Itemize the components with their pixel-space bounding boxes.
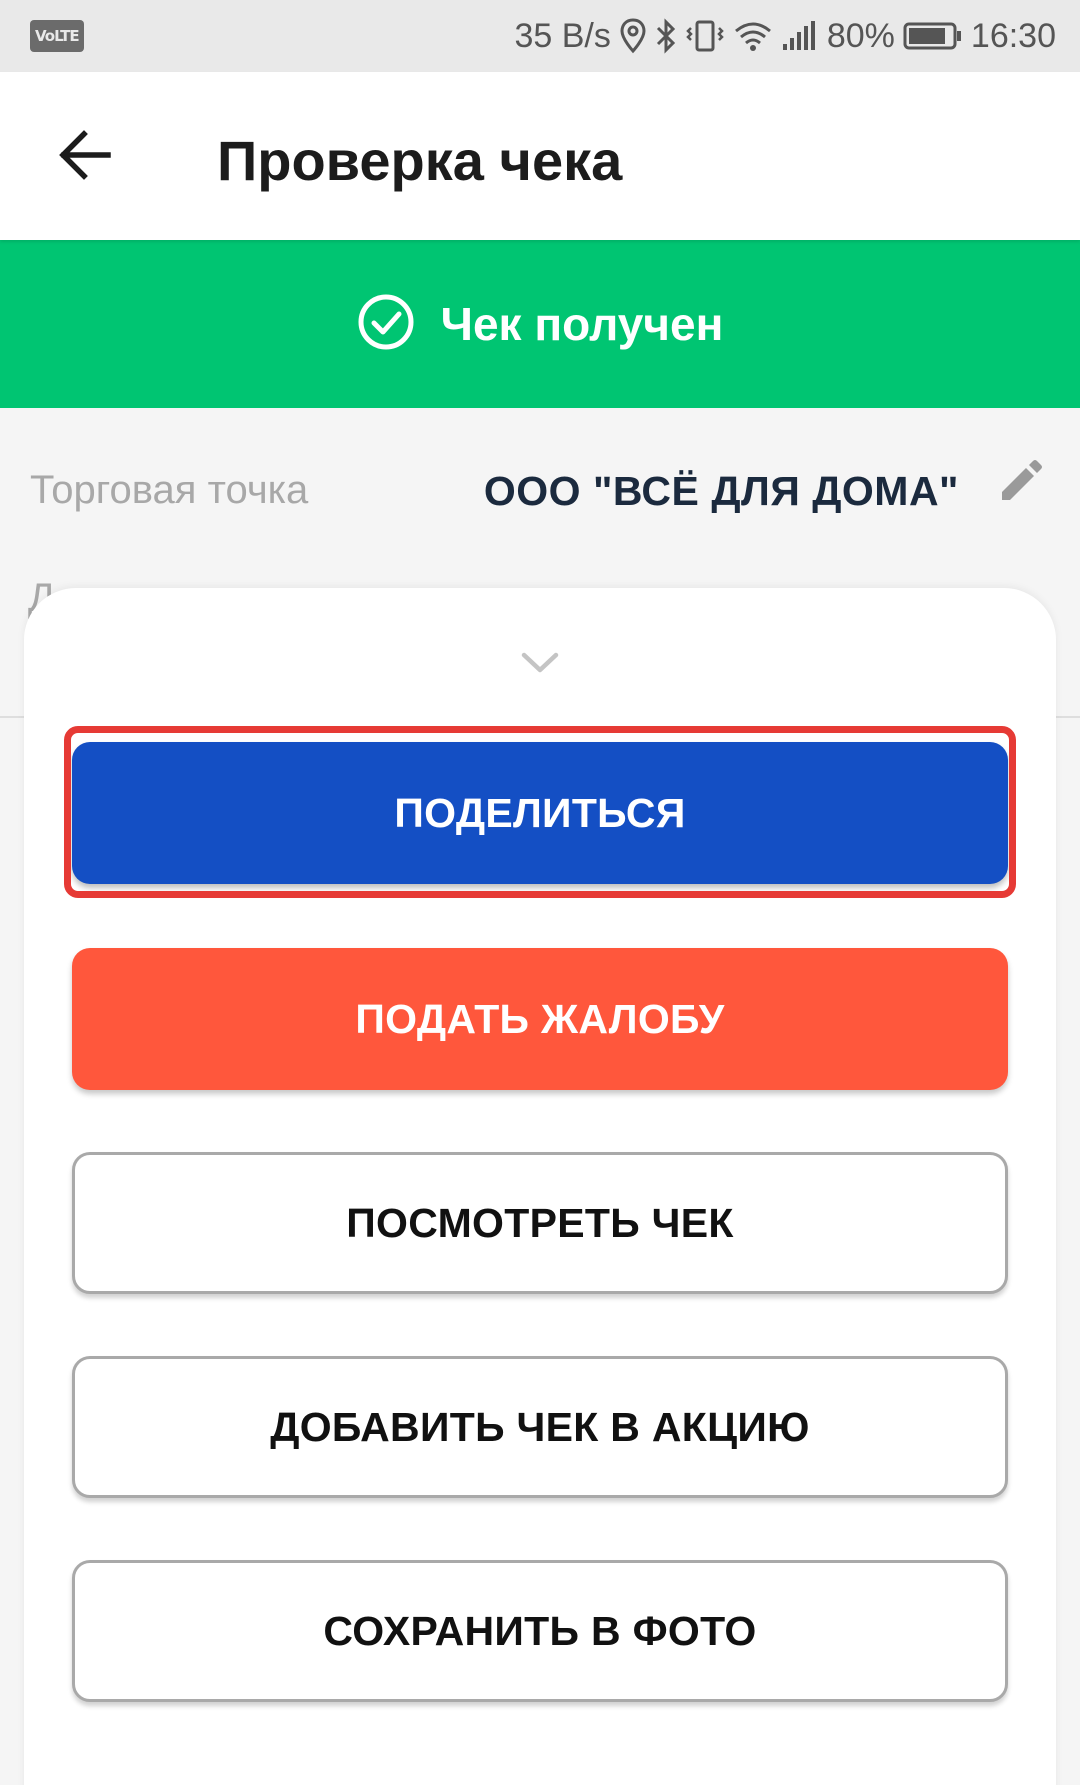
arrow-left-icon	[58, 129, 112, 185]
status-indicators: 35 B/s 80% 16:30	[514, 17, 1056, 56]
battery-icon	[903, 21, 963, 51]
location-icon	[619, 18, 647, 54]
signal-icon	[781, 20, 819, 52]
store-value: ООО "ВСЁ ДЛЯ ДОМА"	[483, 468, 959, 514]
back-button[interactable]	[50, 122, 120, 192]
vibrate-icon	[685, 18, 725, 54]
status-banner: Чек получен	[0, 240, 1080, 408]
complain-button[interactable]: ПОДАТЬ ЖАЛОБУ	[72, 948, 1008, 1090]
bluetooth-icon	[655, 18, 677, 54]
banner-text: Чек получен	[440, 298, 724, 350]
battery-percent: 80%	[826, 16, 895, 55]
share-button[interactable]: ПОДЕЛИТЬСЯ	[72, 742, 1008, 884]
check-circle-icon	[357, 293, 415, 356]
app-bar: Проверка чека	[0, 72, 1080, 240]
page-title: Проверка чека	[217, 129, 623, 192]
chevron-down-icon[interactable]	[520, 650, 560, 681]
store-label: Торговая точка	[30, 468, 309, 512]
save-photo-button[interactable]: СОХРАНИТЬ В ФОТО	[72, 1560, 1008, 1702]
pencil-icon[interactable]	[996, 458, 1044, 511]
wifi-icon	[733, 19, 773, 53]
add-to-promo-button[interactable]: ДОБАВИТЬ ЧЕК В АКЦИЮ	[72, 1356, 1008, 1498]
clock: 16:30	[970, 16, 1056, 55]
network-speed: 35 B/s	[514, 16, 611, 55]
status-bar: VoLTE 35 B/s 80% 16:30	[0, 0, 1080, 72]
actions-bottom-sheet: ПОДЕЛИТЬСЯ ПОДАТЬ ЖАЛОБУ ПОСМОТРЕТЬ ЧЕК …	[24, 588, 1056, 1785]
volte-badge: VoLTE	[30, 20, 84, 52]
view-receipt-button[interactable]: ПОСМОТРЕТЬ ЧЕК	[72, 1152, 1008, 1294]
